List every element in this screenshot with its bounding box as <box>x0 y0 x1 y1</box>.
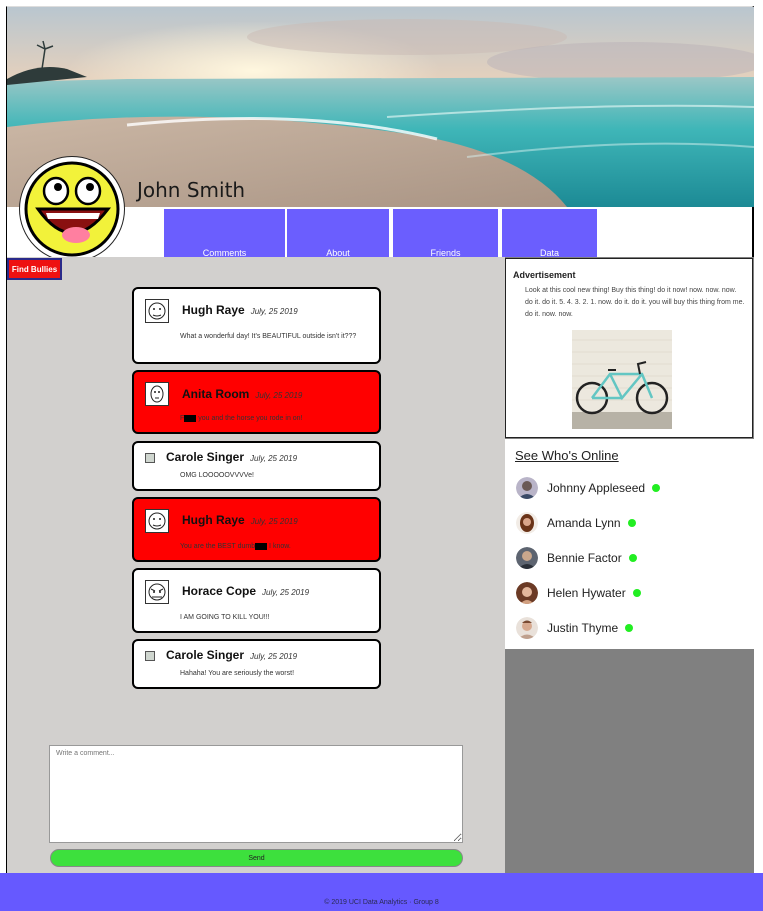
flagged-comment-card: Hugh Raye July, 25 2019 You are the BEST … <box>132 497 381 562</box>
comment-author: Horace Cope July, 25 2019 <box>182 584 310 598</box>
comment-card: Carole Singer July, 25 2019 Hahaha! You a… <box>132 639 381 689</box>
tab-friends[interactable]: Friends <box>393 209 498 258</box>
footer: © 2019 UCI Data Analytics · Group 8 <box>0 873 763 911</box>
advertisement-box: Advertisement Look at this cool new thin… <box>505 258 753 438</box>
comment-input[interactable] <box>49 745 463 843</box>
comment-date: July, 25 2019 <box>250 454 298 463</box>
meme-face-avatar <box>145 299 169 323</box>
online-status-dot <box>632 589 641 597</box>
online-user[interactable]: Amanda Lynn <box>516 512 636 534</box>
meme-face-avatar <box>145 509 169 533</box>
tab-about[interactable]: About <box>287 209 389 258</box>
online-status-dot <box>652 484 661 492</box>
online-user[interactable]: Bennie Factor <box>516 547 637 569</box>
avatar <box>516 547 538 569</box>
censor-bar <box>255 542 268 550</box>
comment-text: F you and the horse you rode in on! <box>180 414 303 422</box>
user-name: Johnny Appleseed <box>547 481 646 495</box>
cover-photo <box>7 7 754 207</box>
smiley-face-avatar <box>19 156 125 262</box>
comment-author: Hugh Raye July, 25 2019 <box>182 513 298 527</box>
meme-face-avatar <box>145 382 169 406</box>
user-name: Helen Hywater <box>547 586 626 600</box>
comment-author: Carole Singer July, 25 2019 <box>166 648 298 662</box>
user-name: Amanda Lynn <box>547 516 621 530</box>
footer-copyright: © 2019 UCI Data Analytics · Group 8 <box>324 899 439 906</box>
user-name: Bennie Factor <box>547 551 622 565</box>
online-user[interactable]: Justin Thyme <box>516 617 634 639</box>
comment-date: July, 25 2019 <box>250 652 298 661</box>
find-bullies-button[interactable]: Find Bullies <box>7 258 62 280</box>
avatar <box>516 512 538 534</box>
online-status-dot <box>627 519 636 527</box>
advertisement-text: Look at this cool new thing! Buy this th… <box>525 287 745 318</box>
comment-author: Carole Singer July, 25 2019 <box>166 450 298 464</box>
bicycle-photo[interactable] <box>572 330 672 429</box>
comment-text: OMG LOOOOOVVVVe! <box>180 472 254 479</box>
sidebar: Advertisement Look at this cool new thin… <box>505 257 754 873</box>
meme-face-avatar <box>145 580 169 604</box>
comment-date: July, 25 2019 <box>255 391 303 400</box>
tab-comments[interactable]: Comments <box>164 209 285 258</box>
comment-author: Anita Room July, 25 2019 <box>182 387 303 401</box>
avatar <box>516 477 538 499</box>
online-status-dot <box>628 554 637 562</box>
comment-card: Hugh Raye July, 25 2019 What a wonderful … <box>132 287 381 364</box>
flagged-comment-card: Anita Room July, 25 2019 F you and the ho… <box>132 370 381 434</box>
comment-text: I AM GOING TO KILL YOU!!! <box>180 614 270 621</box>
advertisement-title: Advertisement <box>513 270 576 280</box>
censor-bar <box>184 414 197 422</box>
online-title[interactable]: See Who's Online <box>515 448 619 463</box>
comment-date: July, 25 2019 <box>262 588 310 597</box>
avatar <box>516 617 538 639</box>
broken-image-icon <box>145 453 155 463</box>
online-users-panel: See Who's Online Johnny Appleseed Amanda… <box>505 439 754 649</box>
profile-name: John Smith <box>137 178 246 202</box>
comment-text: You are the BEST dumb I know. <box>180 542 291 550</box>
online-user[interactable]: Helen Hywater <box>516 582 641 604</box>
comment-date: July, 25 2019 <box>250 517 298 526</box>
send-button[interactable]: Send <box>50 849 463 867</box>
comment-date: July, 25 2019 <box>250 307 298 316</box>
online-user[interactable]: Johnny Appleseed <box>516 477 661 499</box>
broken-image-icon <box>145 651 155 661</box>
online-status-dot <box>625 624 634 632</box>
comment-card: Carole Singer July, 25 2019 OMG LOOOOOVVV… <box>132 441 381 491</box>
tab-data[interactable]: Data <box>502 209 597 258</box>
avatar <box>516 582 538 604</box>
user-name: Justin Thyme <box>547 621 619 635</box>
comment-text: Hahaha! You are seriously the worst! <box>180 670 295 677</box>
comments-panel: Hugh Raye July, 25 2019 What a wonderful … <box>7 257 505 873</box>
comment-author: Hugh Raye July, 25 2019 <box>182 303 298 317</box>
comment-text: What a wonderful day! It's BEAUTIFUL out… <box>180 333 357 340</box>
comment-card: Horace Cope July, 25 2019 I AM GOING TO K… <box>132 568 381 633</box>
